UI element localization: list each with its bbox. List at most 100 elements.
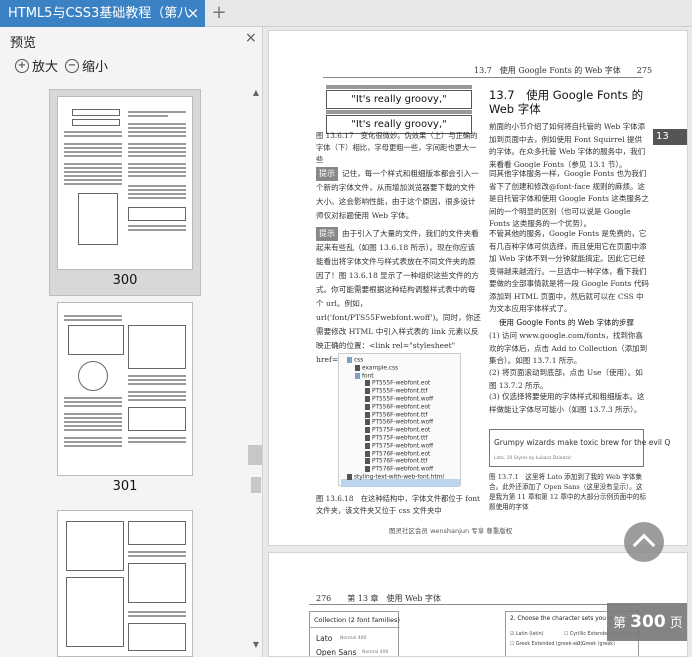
- thumbnail-page-number: 300: [112, 273, 138, 288]
- zoom-out-label: 缩小: [82, 60, 109, 75]
- file-tree-row: PT555F-webfont.ttf: [365, 388, 427, 395]
- thumbnail-page-301[interactable]: [57, 302, 193, 476]
- google-fonts-screenshot: Grumpy wizards make toxic brew for the e…: [489, 429, 670, 467]
- fig-bar: [326, 85, 472, 89]
- thumb-box: [128, 563, 186, 603]
- scroll-up-icon[interactable]: ▲: [250, 87, 262, 99]
- tip-text: 由于引入了大量的文件，我们的文件夹看起来有些乱（如图 13.6.18 所示）。现…: [316, 229, 481, 364]
- tab-document[interactable]: HTML5与CSS3基础教程（第八 ×: [0, 0, 205, 27]
- preview-sidebar: 预览 × + 放大 − 缩小 300 301 ▲ ▼: [0, 27, 263, 657]
- thumb-box: [128, 623, 186, 651]
- thumb-file-tree: [78, 193, 118, 245]
- tip-paragraph: 提示 记住，每一个样式和粗细版本都会引入一个新的字体文件，从而增加浏览器要下载的文…: [316, 167, 481, 223]
- section-title: 13.7 使用 Google Fonts 的 Web 字体: [489, 88, 644, 116]
- paragraph: 不管其他的服务，Google Fonts 是免费的，它有几百种字体可供选择，而且…: [489, 229, 649, 313]
- back-to-top-button[interactable]: [624, 522, 664, 562]
- tip-text: 记住，每一个样式和粗细版本都会引入一个新的字体文件，从而增加浏览器要下载的文件大…: [316, 169, 479, 220]
- file-tree-row: font: [355, 372, 374, 379]
- file-tree-row: PT555F-webfont.eot: [365, 380, 430, 387]
- thumbnail-page-302[interactable]: [57, 510, 193, 657]
- file-tree-row: PT575F-webfont.ttf: [365, 435, 427, 442]
- figure-caption: 图 13.7.1 这里将 Lato 添加到了我的 Web 字体集合。此外还添加了…: [489, 473, 647, 511]
- page-indicator-number: 300: [630, 612, 666, 632]
- shot-sample-text: Grumpy wizards make toxic brew for the e…: [494, 438, 671, 447]
- figure-caption: 图 13.6.17 变化很微妙。伪效果（上）与正确的字体（下）相比，字母更粗一些…: [316, 131, 478, 164]
- thumb-box: [72, 109, 120, 116]
- file-icon: [355, 364, 360, 371]
- zoom-out-button[interactable]: − 缩小: [65, 56, 108, 75]
- sidebar-scrollbar[interactable]: ▲ ▼: [250, 87, 262, 652]
- steps-title: 使用 Google Fonts 的 Web 字体的步骤: [499, 318, 634, 327]
- zoom-in-icon: +: [15, 58, 29, 73]
- charset-option: ☑ Latin (latin): [510, 632, 544, 637]
- file-icon: [365, 411, 370, 418]
- groovy-sample-fake: "It's really groovy,": [326, 90, 472, 109]
- tab-title: HTML5与CSS3基础教程（第八: [8, 6, 191, 21]
- font-meta: Normal 400: [362, 650, 389, 655]
- tip-paragraph: 提示 由于引入了大量的文件，我们的文件夹看起来有些乱（如图 13.6.18 所示）…: [316, 227, 481, 367]
- file-icon: [365, 427, 370, 434]
- font-name: Open Sans: [316, 648, 357, 657]
- fig-bar: [326, 110, 472, 114]
- thumb-box: [128, 521, 186, 545]
- file-icon: [365, 388, 370, 395]
- font-meta: Normal 400: [340, 636, 367, 641]
- charset-title: 2. Choose the character sets you want: [510, 616, 623, 622]
- file-tree-row: example.css: [355, 364, 398, 371]
- watermark: 图灵社区会员 wenshanjun 专享 尊重版权: [389, 527, 513, 535]
- close-icon[interactable]: ×: [184, 4, 202, 22]
- shot-subtitle: Lato, 10 Styles by Łukasz Dziedzic: [494, 456, 572, 461]
- file-icon: [365, 403, 370, 410]
- file-icon: [365, 450, 370, 457]
- tip-label: 提示: [316, 227, 338, 241]
- thumb-box: [128, 407, 186, 431]
- new-tab-button[interactable]: +: [209, 2, 229, 24]
- collection-panel: Collection (2 font families) Lato Normal…: [309, 611, 400, 657]
- sidebar-title: 预览: [10, 36, 37, 51]
- file-icon: [365, 435, 370, 441]
- file-tree-row: css: [347, 357, 363, 364]
- zoom-in-button[interactable]: + 放大: [15, 56, 58, 75]
- paragraph: 同其他字体服务一样，Google Fonts 也为我们省下了创建和修改@font…: [489, 169, 649, 228]
- thumb-box: [68, 325, 124, 355]
- page-indicator: 第 300 页: [607, 603, 687, 641]
- thumb-chart: [78, 361, 108, 391]
- file-icon: [365, 442, 370, 449]
- thumb-box: [72, 119, 120, 126]
- file-tree-row: PT555F-webfont.woff: [365, 396, 433, 403]
- file-tree-row: PT576F-webfont.woff: [365, 466, 433, 473]
- step-2: (2) 将页面滚动到底部，点击 Use（使用）。如图 13.7.2 所示。: [489, 368, 643, 390]
- step-3: (3) 仅选择将要使用的字体样式和粗细版本。这样做能让字体尽可能小（如图 13.…: [489, 392, 645, 414]
- charset-option: ☐ Greek (greek): [576, 642, 615, 647]
- document-page-275: 13.7 使用 Google Fonts 的 Web 字体 275 "It's …: [268, 30, 688, 546]
- thumb-box: [128, 207, 186, 221]
- close-icon[interactable]: ×: [245, 30, 257, 46]
- thumb-box: [128, 325, 186, 369]
- file-tree-row: styling-text-with-web-font.html: [347, 474, 444, 481]
- figure-caption: 图 13.6.18 在这种结构中，字体文件都位于 font 文件夹，该文件夹又位…: [316, 494, 480, 515]
- file-tree-figure: css example.css font PT555F-webfont.eot PT55…: [338, 353, 461, 487]
- file-tree-row: PT575F-webfont.eot: [365, 427, 430, 434]
- file-tree-row: PT576F-webfont.eot: [365, 450, 430, 457]
- file-tree-row: PT556F-webfont.eot: [365, 403, 430, 410]
- scroll-down-icon[interactable]: ▼: [250, 639, 262, 651]
- thumbnail-page-number: 301: [112, 479, 138, 494]
- file-tree-row: PT556F-webfont.ttf: [365, 411, 427, 418]
- zoom-out-icon: −: [65, 58, 79, 73]
- thumbnail-page-300[interactable]: [57, 96, 193, 270]
- collection-title: Collection (2 font families): [314, 616, 400, 624]
- sidebar-collapse-handle[interactable]: [248, 445, 262, 465]
- tip-label: 提示: [316, 167, 338, 181]
- file-icon: [347, 474, 352, 480]
- thumb-box: [66, 577, 124, 647]
- file-icon: [365, 380, 370, 387]
- running-head: 13.7 使用 Google Fonts 的 Web 字体 275: [474, 66, 653, 75]
- scrollbar-thumb[interactable]: [251, 477, 261, 493]
- file-tree-row: PT575F-webfont.woff: [365, 442, 433, 449]
- chapter-tab: 13: [653, 129, 687, 145]
- file-tree-row: PT576F-webfont.ttf: [365, 458, 427, 465]
- page-indicator-prefix: 第: [613, 616, 627, 631]
- header-rule: [309, 604, 639, 605]
- header-rule: [323, 77, 643, 78]
- zoom-in-label: 放大: [32, 60, 59, 75]
